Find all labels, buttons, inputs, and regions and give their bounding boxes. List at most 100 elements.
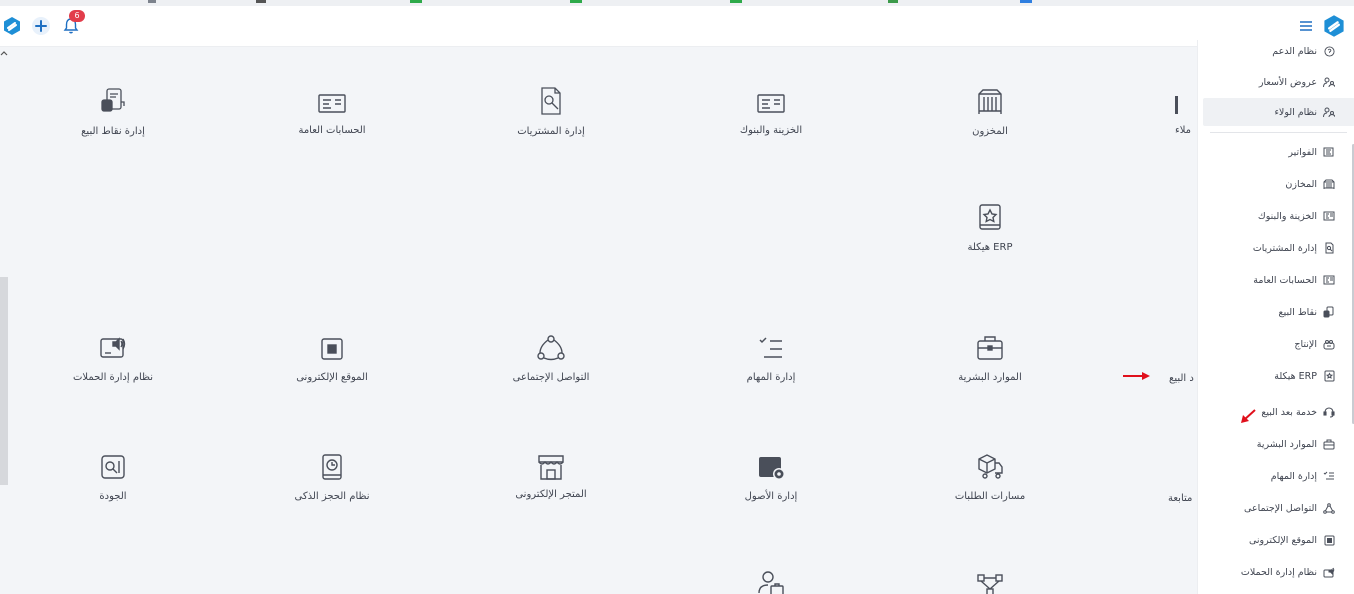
sidebar-item[interactable]: الإنتاج [1294,334,1335,354]
treasury-card-icon [691,82,851,116]
sidebar-item-label: نظام الدعم [1272,45,1317,57]
tile-label: التواصل الإجتماعى [512,372,590,383]
website-icon [252,328,412,362]
social-icon [1323,502,1335,514]
tile-label: الموقع الإلكترونى [296,372,368,383]
tile-treasury-banks[interactable]: الخزينة والبنوك [691,82,851,136]
scroll-rail[interactable] [0,277,8,485]
sidebar-item[interactable]: هيكلة ERP [1274,366,1335,386]
tile-purchases-management[interactable]: إدارة المشتريات [471,82,631,137]
sidebar-item[interactable]: إدارة المشتريات [1253,238,1335,258]
tile-erp-structure[interactable]: هيكلة ERP [910,198,1070,253]
sidebar-item[interactable]: الخزينة والبنوك [1258,206,1335,226]
delivery-box-icon [910,447,1070,481]
headset-icon [1323,406,1335,418]
tile-cut-off-left[interactable] [691,565,851,594]
sidebar-item-label: خدمة بعد البيع [1261,406,1317,418]
collapse-chevron-icon[interactable] [0,49,8,57]
purchases-doc-icon [471,82,631,116]
tile-pos-management[interactable]: إدارة نقاط البيع [33,82,193,137]
users-icon [1323,106,1335,118]
sidebar-item[interactable]: التواصل الإجتماعى [1244,498,1335,518]
sidebar-item[interactable]: المخازن [1285,174,1335,194]
tile-label: إدارة الأصول [744,491,798,502]
menu-icon[interactable] [1294,14,1318,38]
tile-after-sales-partial[interactable]: د البيع [1169,373,1194,384]
sidebar-item[interactable]: نظام الولاء [1203,98,1354,126]
tile-label: الجودة [99,491,127,502]
brand-logo-icon[interactable] [1322,14,1346,38]
accounts-card-icon [252,82,412,116]
sidebar: نظام الدعم عروض الأسعار نظام الولاء الفواتي… [1197,40,1354,594]
tile-label: نظام الحجز الذكى [294,491,370,502]
notification-bell-icon[interactable]: 6 [59,10,85,38]
tile-warehouse[interactable]: المخزون [910,82,1070,137]
sidebar-item[interactable]: الموارد البشرية [1257,434,1335,454]
sidebar-item[interactable]: عروض الأسعار [1259,72,1335,92]
briefcase-icon [910,328,1070,362]
sidebar-item-label: نظام إدارة الحملات [1240,566,1317,578]
users-icon [1323,76,1335,88]
sidebar-item[interactable]: خدمة بعد البيع [1261,402,1335,422]
booking-clock-icon [252,447,412,481]
tile-assets-management[interactable]: إدارة الأصول [691,447,851,502]
sidebar-item[interactable]: نظام إدارة الحملات [1241,562,1335,582]
tile-human-resources[interactable]: الموارد البشرية [910,328,1070,383]
tile-general-accounts[interactable]: الحسابات العامة [252,82,412,136]
sidebar-item-label: نقاط البيع [1278,306,1317,318]
workflow-icon [910,565,1070,594]
tile-social-communication[interactable]: التواصل الإجتماعى [471,328,631,383]
social-network-icon [471,328,631,362]
bank-icon [1323,210,1335,222]
sidebar-item-label: المخازن [1285,178,1317,190]
tile-label: ملاء [1175,125,1192,136]
tile-customers-partial[interactable]: ملاء [1175,82,1197,136]
tile-website[interactable]: الموقع الإلكترونى [252,328,412,383]
tile-campaigns-system[interactable]: نظام إدارة الحملات [33,328,193,383]
modules-grid: إدارة نقاط البيع الحسابات العامة إدارة ا… [0,47,1197,594]
tile-follow-up-partial[interactable]: متابعة [1168,493,1192,504]
sidebar-item-label: نظام الولاء [1274,106,1317,118]
user-briefcase-icon [691,565,851,594]
tile-label: المتجر الإلكترونى [515,489,587,500]
campaign-icon [33,328,193,362]
tile-smart-booking[interactable]: نظام الحجز الذكى [252,447,412,502]
add-icon[interactable] [29,14,53,38]
sidebar-item[interactable]: نظام الدعم [1272,41,1335,61]
sidebar-divider [1210,132,1347,133]
tile-label: نظام إدارة الحملات [72,372,154,383]
tile-tasks-management[interactable]: إدارة المهام [691,328,851,383]
app-logo-icon[interactable] [0,14,24,38]
sidebar-item-label: الفواتير [1288,146,1317,158]
red-arrow-annotation [1241,409,1256,423]
sidebar-item[interactable]: الموقع الإلكترونى [1249,530,1335,550]
sidebar-item[interactable]: نقاط البيع [1279,302,1335,322]
pos-terminal-icon [33,82,193,116]
tile-label: إدارة المهام [746,372,796,383]
pos-icon [1323,306,1335,318]
sidebar-item-label: التواصل الإجتماعى [1244,502,1317,514]
purchase-icon [1323,242,1335,254]
sidebar-item[interactable]: إدارة المهام [1271,466,1335,486]
tile-label: إدارة نقاط البيع [81,126,145,137]
sidebar-item[interactable]: الفواتير [1288,142,1335,162]
tile-label: مسارات الطلبات [954,491,1026,502]
tile-order-paths[interactable]: مسارات الطلبات [910,447,1070,502]
tasks-icon [1323,470,1335,482]
sidebar-item-label: إدارة المهام [1270,470,1317,482]
tile-label: إدارة المشتريات [517,126,585,137]
erp-book-icon [910,198,1070,232]
tasks-list-icon [691,328,851,362]
top-bar: 6 [0,6,1354,47]
sidebar-item-label: إدارة المشتريات [1252,242,1317,254]
sidebar-item-label: الموقع الإلكترونى [1248,534,1317,546]
sidebar-item[interactable]: الحسابات العامة [1253,270,1335,290]
store-icon [471,447,631,481]
tile-label: الموارد البشرية [958,372,1022,383]
campaign-icon [1323,566,1335,578]
tile-quality[interactable]: الجودة [33,447,193,502]
sidebar-item-label: الحسابات العامة [1253,274,1317,286]
assets-gear-icon [691,447,851,481]
tile-online-store[interactable]: المتجر الإلكترونى [471,447,631,500]
tile-cut-off-right[interactable] [910,565,1070,594]
